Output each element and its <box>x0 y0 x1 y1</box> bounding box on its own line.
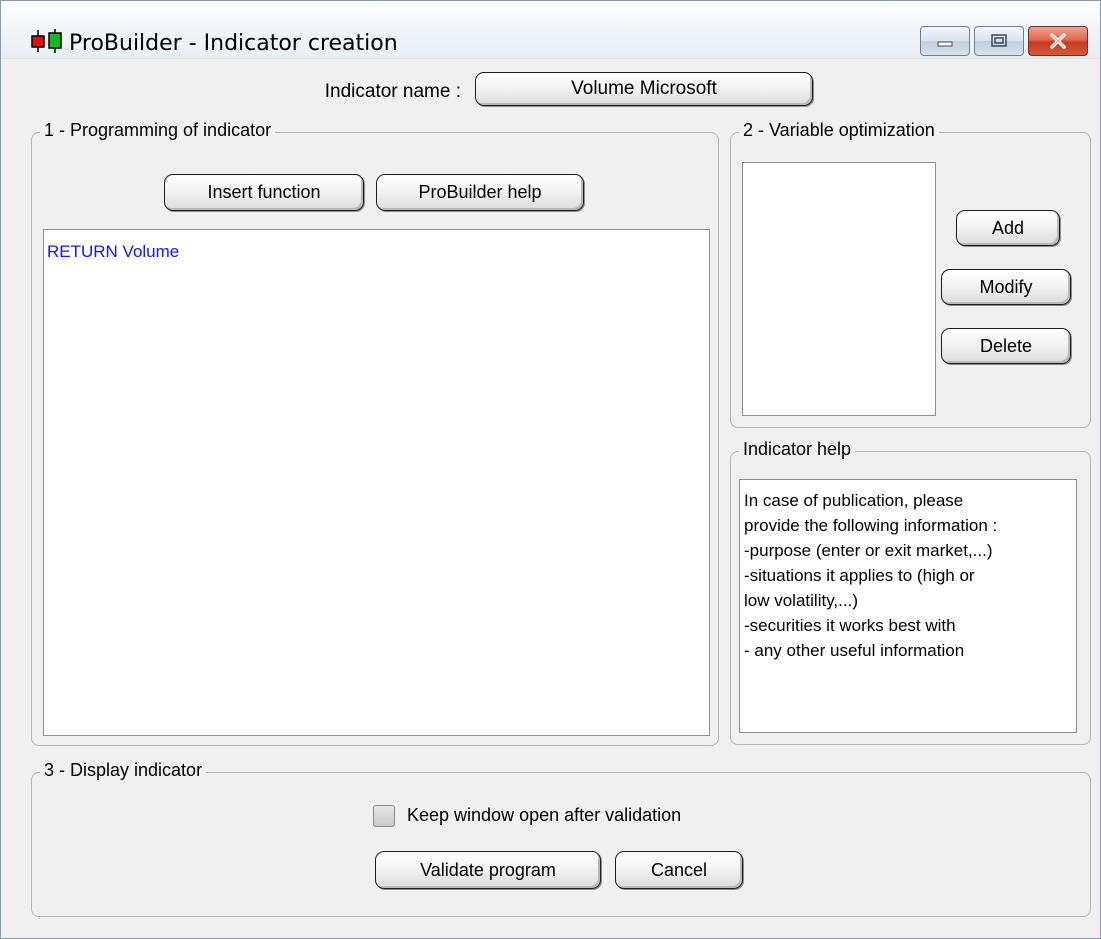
keep-open-label[interactable]: Keep window open after validation <box>407 805 681 826</box>
close-icon <box>1050 33 1066 49</box>
delete-variable-button[interactable]: Delete <box>941 328 1071 364</box>
cancel-button[interactable]: Cancel <box>615 851 743 889</box>
probuilder-help-button[interactable]: ProBuilder help <box>376 174 584 211</box>
window-title: ProBuilder - Indicator creation <box>69 31 398 56</box>
add-variable-button[interactable]: Add <box>956 210 1060 246</box>
indicator-name-field[interactable]: Volume Microsoft <box>475 72 813 106</box>
programming-group-title: 1 - Programming of indicator <box>40 120 276 141</box>
indicator-help-text[interactable]: In case of publication, please provide t… <box>739 479 1077 733</box>
maximize-icon <box>991 34 1007 47</box>
validate-program-button[interactable]: Validate program <box>375 851 601 889</box>
help-line: In case of publication, please <box>744 491 964 510</box>
maximize-button[interactable] <box>974 26 1024 56</box>
title-bar[interactable]: ProBuilder - Indicator creation <box>1 1 1100 59</box>
indicator-help-group: Indicator help In case of publication, p… <box>730 439 1091 745</box>
modify-variable-button[interactable]: Modify <box>941 269 1071 305</box>
candlestick-icon <box>31 29 62 53</box>
minimize-button[interactable] <box>920 26 970 56</box>
indicator-help-title: Indicator help <box>739 439 856 460</box>
help-line: -situations it applies to (high or <box>744 566 975 585</box>
programming-group: 1 - Programming of indicator Insert func… <box>31 120 719 746</box>
indicator-name-label: Indicator name : <box>324 81 461 102</box>
code-editor[interactable]: RETURN Volume <box>43 229 710 736</box>
help-line: -purpose (enter or exit market,...) <box>744 541 993 560</box>
close-button[interactable] <box>1028 26 1088 56</box>
variable-optimization-group: 2 - Variable optimization Add Modify Del… <box>730 120 1091 428</box>
probuilder-window: ProBuilder - Indicator creation Indicato… <box>0 0 1101 939</box>
insert-function-button[interactable]: Insert function <box>164 174 364 211</box>
keep-open-checkbox[interactable] <box>373 805 395 827</box>
help-line: low volatility,...) <box>744 591 858 610</box>
help-line: - any other useful information <box>744 641 965 660</box>
help-line: provide the following information : <box>744 516 998 535</box>
help-line: -securities it works best with <box>744 616 956 635</box>
variable-optimization-title: 2 - Variable optimization <box>739 120 939 141</box>
minimize-icon <box>937 41 953 47</box>
display-indicator-title: 3 - Display indicator <box>40 760 207 781</box>
variable-list[interactable] <box>742 162 936 416</box>
display-indicator-group: 3 - Display indicator <box>31 760 1091 917</box>
